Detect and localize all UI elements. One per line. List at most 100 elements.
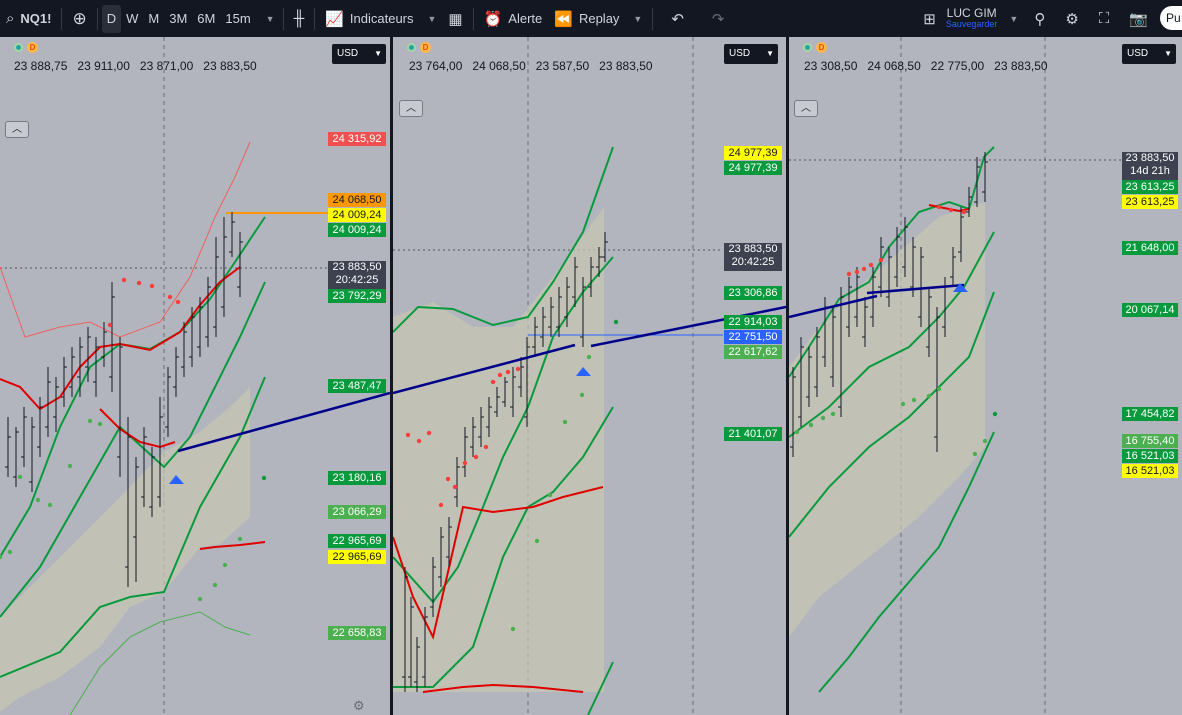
- chevron-down-icon: ▼: [427, 13, 437, 24]
- price-label: 23 487,47: [328, 379, 386, 393]
- fullscreen-button[interactable]: ⛶: [1089, 0, 1120, 37]
- replay-button[interactable]: ⏪ Replay ▼: [548, 0, 648, 37]
- chart-pane-2[interactable]: D 23 764,00 24 068,50 23 587,50 23 883,50 U…: [393, 37, 786, 715]
- currency-dropdown[interactable]: USD ▼: [724, 44, 778, 64]
- ohlc-bar: [5, 417, 11, 477]
- grid-icon: ▦: [448, 10, 463, 28]
- toolbar-divider: [472, 7, 474, 30]
- status-green-icon: [803, 42, 812, 52]
- templates-button[interactable]: ▦: [442, 0, 468, 37]
- sar-dot: [515, 366, 521, 372]
- price-chart-2[interactable]: [393, 37, 786, 715]
- compare-button[interactable]: ⊕: [66, 0, 92, 37]
- sar-dot: [562, 419, 568, 425]
- publish-button[interactable]: Pu: [1160, 6, 1182, 30]
- currency-dropdown[interactable]: USD ▼: [1122, 44, 1176, 64]
- trendline[interactable]: [177, 391, 390, 453]
- sar-dot: [197, 596, 203, 602]
- ohlc-bar: [21, 407, 27, 467]
- sar-dot: [534, 538, 540, 544]
- indicators-icon: 📈: [325, 10, 344, 28]
- sar-dot: [992, 411, 998, 417]
- top-toolbar: ⌕ NQ1! ⊕ D W M 3M 6M 15m ▼ ╫ 📈 Indicateu…: [0, 0, 1182, 37]
- ohlc-bar: [69, 347, 75, 397]
- chevron-down-icon: ▼: [1009, 13, 1019, 24]
- bollinger-fill: [789, 202, 985, 637]
- toolbar-divider: [96, 7, 98, 30]
- timeframe-3m[interactable]: 3M: [164, 0, 192, 37]
- ohlc-bar: [173, 347, 179, 397]
- timeframe-d[interactable]: D: [101, 4, 122, 33]
- collapse-legend-button[interactable]: ︿: [794, 100, 818, 117]
- timeframe-6m[interactable]: 6M: [192, 0, 220, 37]
- sar-dot: [121, 277, 127, 283]
- ohlc-bar: [101, 322, 107, 367]
- price-chart-3[interactable]: [789, 37, 1182, 715]
- chart-type-button[interactable]: ╫: [288, 0, 311, 37]
- sar-dot: [452, 484, 458, 490]
- collapse-legend-button[interactable]: ︿: [399, 100, 423, 117]
- sar-dot: [47, 502, 53, 508]
- sar-dot: [445, 476, 451, 482]
- symbol-search[interactable]: ⌕ NQ1!: [0, 0, 57, 37]
- price-label: 22 965,69: [328, 550, 386, 564]
- timeframe-m[interactable]: M: [143, 0, 164, 37]
- chart-settings-icon[interactable]: ⚙: [353, 698, 365, 714]
- sar-dot: [7, 549, 13, 555]
- countdown: 20:42:25: [335, 274, 379, 286]
- last-price: 23 883,50: [1125, 152, 1175, 164]
- ohlc-bar: [61, 357, 67, 407]
- timeframe-dropdown[interactable]: ▼: [256, 0, 279, 37]
- pane-header: D: [0, 37, 38, 57]
- indicators-button[interactable]: 📈 Indicateurs ▼: [319, 0, 442, 37]
- sar-dot: [861, 266, 867, 272]
- sar-dot: [426, 430, 432, 436]
- price-label: 21 648,00: [1122, 241, 1178, 255]
- sar-dot: [167, 294, 173, 300]
- ohlc-values: 23 888,75 23 911,00 23 871,00 23 883,50: [14, 59, 267, 73]
- sar-dot: [868, 262, 874, 268]
- price-label: 23 613,25: [1122, 180, 1178, 194]
- ohlc-bar: [117, 337, 123, 477]
- chart-pane-1[interactable]: D 23 888,75 23 911,00 23 871,00 23 883,50 U…: [0, 37, 390, 715]
- sar-dot: [510, 626, 516, 632]
- sar-dot: [416, 438, 422, 444]
- quick-search-button[interactable]: ⚲: [1024, 0, 1055, 37]
- sar-dot: [505, 369, 511, 375]
- layout-name: LUC GIM Sauvegarder: [945, 5, 998, 30]
- timeframe-15m[interactable]: 15m: [220, 0, 255, 37]
- ohlc-low: 22 775,00: [930, 59, 985, 73]
- chart-pane-3[interactable]: D 23 308,50 24 068,50 22 775,00 23 883,50 U…: [789, 37, 1182, 715]
- countdown: 14d 21h: [1130, 165, 1170, 177]
- sar-dot: [586, 354, 592, 360]
- pane-header: D: [393, 37, 431, 57]
- delay-d-icon: D: [420, 41, 431, 53]
- price-label: 23 306,86: [724, 286, 782, 300]
- sar-dot: [136, 280, 142, 286]
- undo-button[interactable]: ↶: [657, 0, 698, 37]
- snapshot-button[interactable]: 📷: [1119, 0, 1158, 37]
- collapse-legend-button[interactable]: ︿: [5, 121, 29, 138]
- sar-dot: [405, 432, 411, 438]
- price-label: 24 977,39: [724, 161, 782, 175]
- sar-dot: [462, 460, 468, 466]
- timeframe-w[interactable]: W: [121, 0, 143, 37]
- layout-name-label: LUC GIM: [946, 5, 997, 20]
- sar-dot: [854, 269, 860, 275]
- ohlc-low: 23 587,50: [535, 59, 590, 73]
- price-label: 16 521,03: [1122, 464, 1178, 478]
- redo-button[interactable]: ↷: [698, 0, 739, 37]
- layout-select-button[interactable]: ⊞ LUC GIM Sauvegarder ▼: [917, 0, 1024, 37]
- plus-circle-icon: ⊕: [72, 8, 87, 28]
- sar-dot: [547, 492, 553, 498]
- alert-button[interactable]: ⏰ Alerte: [478, 0, 549, 37]
- price-label: 23 066,29: [328, 505, 386, 519]
- currency-dropdown[interactable]: USD ▼: [332, 44, 386, 64]
- price-label: 23 613,25: [1122, 195, 1178, 209]
- price-label: 17 454,82: [1122, 407, 1178, 421]
- settings-button[interactable]: ⚙: [1055, 0, 1088, 37]
- last-price: 23 883,50: [728, 243, 778, 255]
- ohlc-bar: [93, 337, 99, 397]
- layout-save-status: Sauvegarder: [945, 18, 998, 29]
- ohlc-high: 24 068,50: [472, 59, 526, 73]
